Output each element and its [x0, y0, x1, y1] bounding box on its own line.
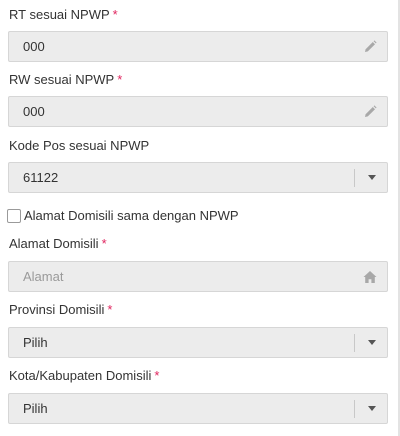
kode-pos-value: 61122 [23, 170, 59, 185]
rt-label: RT sesuai NPWP * [9, 7, 118, 22]
rw-value: 000 [23, 104, 45, 119]
required-mark: * [112, 7, 118, 22]
kota-label: Kota/Kabupaten Domisili * [9, 368, 160, 383]
rw-label: RW sesuai NPWP * [9, 72, 123, 87]
same-address-checkbox[interactable] [7, 208, 21, 223]
required-mark: * [154, 368, 160, 383]
provinsi-select[interactable]: Pilih [8, 327, 388, 358]
alamat-label: Alamat Domisili * [9, 236, 107, 251]
home-icon [363, 271, 377, 283]
provinsi-value: Pilih [23, 335, 48, 350]
select-divider [354, 400, 355, 418]
rt-value: 000 [23, 39, 45, 54]
pencil-icon [365, 105, 377, 117]
kode-pos-select[interactable]: 61122 [8, 162, 388, 193]
rw-field[interactable]: 000 [8, 96, 388, 127]
required-mark: * [107, 302, 113, 317]
rt-field[interactable]: 000 [8, 31, 388, 62]
chevron-down-icon[interactable] [368, 340, 376, 345]
required-mark: * [117, 72, 123, 87]
kota-value: Pilih [23, 401, 48, 416]
pencil-icon [365, 40, 377, 52]
kode-pos-label: Kode Pos sesuai NPWP [9, 138, 150, 153]
select-divider [354, 169, 355, 187]
kota-select[interactable]: Pilih [8, 393, 388, 424]
select-divider [354, 334, 355, 352]
alamat-placeholder: Alamat [23, 269, 64, 284]
same-address-row[interactable]: Alamat Domisili sama dengan NPWP [7, 207, 239, 224]
provinsi-label: Provinsi Domisili * [9, 302, 113, 317]
chevron-down-icon[interactable] [368, 406, 376, 411]
chevron-down-icon[interactable] [368, 175, 376, 180]
same-address-label[interactable]: Alamat Domisili sama dengan NPWP [24, 208, 239, 223]
alamat-field[interactable]: Alamat [8, 261, 388, 292]
required-mark: * [101, 236, 107, 251]
